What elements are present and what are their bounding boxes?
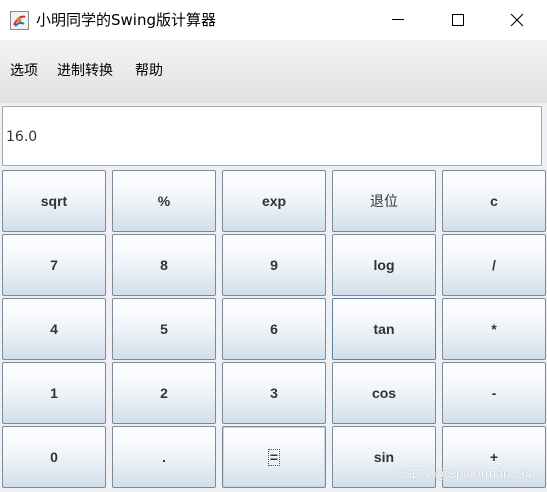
key-7[interactable]: 7: [2, 234, 106, 296]
maximize-icon: [452, 14, 464, 26]
key-1[interactable]: 1: [2, 362, 106, 424]
keypad: sqrt % exp 退位 c 7 8 9 log / 4 5 6 tan * …: [0, 169, 547, 492]
key-5[interactable]: 5: [112, 298, 216, 360]
key-backspace[interactable]: 退位: [332, 170, 436, 232]
key-cos[interactable]: cos: [332, 362, 436, 424]
key-6[interactable]: 6: [222, 298, 326, 360]
result-display[interactable]: 16.0: [2, 106, 542, 166]
window-title: 小明同学的Swing版计算器: [36, 11, 216, 29]
minimize-icon: [392, 19, 404, 20]
display-value: 16.0: [6, 129, 38, 145]
key-percent[interactable]: %: [112, 170, 216, 232]
key-decimal[interactable]: .: [112, 426, 216, 488]
close-button[interactable]: [487, 0, 547, 40]
menu-options[interactable]: 选项: [10, 62, 38, 80]
minimize-button[interactable]: [368, 0, 428, 40]
key-4[interactable]: 4: [2, 298, 106, 360]
java-app-icon: [10, 11, 29, 30]
title-bar[interactable]: 小明同学的Swing版计算器: [0, 0, 547, 40]
key-8[interactable]: 8: [112, 234, 216, 296]
key-tan[interactable]: tan: [332, 298, 436, 360]
key-equals-label: =: [267, 448, 281, 466]
key-9[interactable]: 9: [222, 234, 326, 296]
key-clear[interactable]: c: [442, 170, 546, 232]
close-icon: [510, 13, 524, 27]
menu-bar: 选项 进制转换 帮助: [0, 40, 547, 103]
calculator-window: 小明同学的Swing版计算器 选项 进制转换 帮助 16.0 sqrt % ex…: [0, 0, 547, 492]
key-0[interactable]: 0: [2, 426, 106, 488]
key-sqrt[interactable]: sqrt: [2, 170, 106, 232]
key-exp[interactable]: exp: [222, 170, 326, 232]
watermark: CSDN @Spiderman_94: [393, 466, 532, 481]
key-divide[interactable]: /: [442, 234, 546, 296]
maximize-button[interactable]: [428, 0, 488, 40]
key-3[interactable]: 3: [222, 362, 326, 424]
key-minus[interactable]: -: [442, 362, 546, 424]
key-log[interactable]: log: [332, 234, 436, 296]
key-2[interactable]: 2: [112, 362, 216, 424]
key-equals[interactable]: =: [222, 426, 326, 488]
menu-help[interactable]: 帮助: [135, 62, 163, 80]
menu-base-conversion[interactable]: 进制转换: [57, 62, 113, 80]
key-multiply[interactable]: *: [442, 298, 546, 360]
